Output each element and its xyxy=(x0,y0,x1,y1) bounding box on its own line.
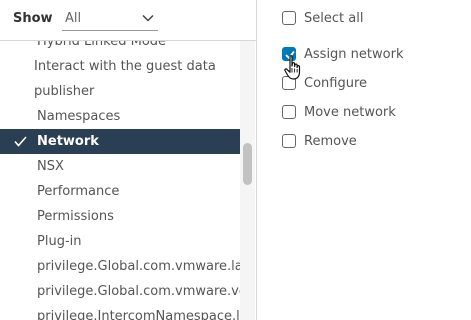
privilege-category-pane: Show All Hybrid Linked Mode Interact wit… xyxy=(0,0,256,320)
show-filter-select[interactable]: All xyxy=(62,8,158,31)
list-item-label: Network xyxy=(37,134,99,149)
list-item-interact-guest-data-publisher-cont[interactable]: publisher xyxy=(0,79,240,104)
list-item-namespaces[interactable]: Namespaces xyxy=(0,104,240,129)
list-item-hybrid-linked-mode[interactable]: Hybrid Linked Mode xyxy=(0,41,240,54)
list-item-permissions[interactable]: Permissions xyxy=(0,204,240,229)
list-item-label: Hybrid Linked Mode xyxy=(37,41,167,49)
checkbox-box[interactable] xyxy=(282,134,296,148)
list-item-label: Interact with the guest data xyxy=(34,59,216,74)
list-item-nsx[interactable]: NSX xyxy=(0,154,240,179)
permission-label: Move network xyxy=(304,105,396,120)
list-item-label: publisher xyxy=(34,84,95,99)
list-item-label: Performance xyxy=(37,184,120,199)
checkbox-box[interactable] xyxy=(282,105,296,119)
list-item-label: Plug-in xyxy=(37,234,82,249)
privilege-list-scroll-content: Hybrid Linked Mode Interact with the gue… xyxy=(0,41,240,320)
list-item-interact-guest-data-publisher[interactable]: Interact with the guest data xyxy=(0,54,240,79)
permission-label: Remove xyxy=(304,134,357,149)
list-scrollbar[interactable] xyxy=(240,41,255,320)
show-filter-value: All xyxy=(65,11,82,26)
filter-divider xyxy=(0,40,256,41)
checkmark-icon xyxy=(14,136,27,147)
list-item-label: privilege.Global.com.vmware.vcc xyxy=(37,284,240,299)
list-item-plug-in[interactable]: Plug-in xyxy=(0,229,240,254)
list-item-label: NSX xyxy=(37,159,64,174)
privilege-permissions-pane: Select all Assign network Configure Move… xyxy=(257,0,471,320)
checkbox-box[interactable] xyxy=(282,76,296,90)
list-item-label: Permissions xyxy=(37,209,114,224)
list-item-label: privilege.Global.com.vmware.labe xyxy=(37,259,240,274)
list-item-performance[interactable]: Performance xyxy=(0,179,240,204)
list-item-privilege-global-vcc[interactable]: privilege.Global.com.vmware.vcc xyxy=(0,279,240,304)
privilege-category-list[interactable]: Hybrid Linked Mode Interact with the gue… xyxy=(0,41,240,320)
filter-bar: Show All xyxy=(0,0,256,40)
list-item-privilege-global-labe[interactable]: privilege.Global.com.vmware.labe xyxy=(0,254,240,279)
chevron-down-icon xyxy=(142,14,154,22)
checkbox-box[interactable] xyxy=(282,11,296,25)
checkbox-box[interactable] xyxy=(282,47,296,61)
privileges-panel: Show All Hybrid Linked Mode Interact wit… xyxy=(0,0,471,320)
list-item-label: privilege.IntercomNamespace.lab xyxy=(37,309,240,320)
list-item-label: Namespaces xyxy=(37,109,121,124)
list-item-privilege-intercom[interactable]: privilege.IntercomNamespace.lab xyxy=(0,304,240,320)
show-label: Show xyxy=(13,11,53,26)
checkmark-icon xyxy=(285,50,295,60)
list-item-network[interactable]: Network xyxy=(0,129,240,154)
permission-label: Assign network xyxy=(304,47,404,62)
scrollbar-thumb[interactable] xyxy=(243,143,252,185)
permission-label: Configure xyxy=(304,76,368,91)
select-all-label: Select all xyxy=(304,11,364,26)
